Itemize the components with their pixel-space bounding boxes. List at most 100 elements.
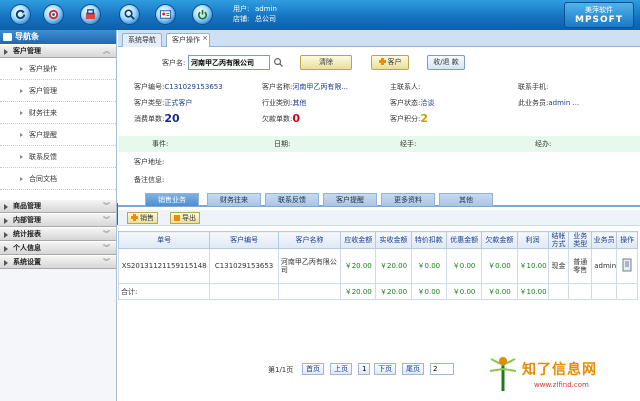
col-customer-code[interactable]: 客户编号	[209, 231, 279, 249]
plus-icon	[131, 214, 138, 221]
col-order-no[interactable]: 单号	[117, 231, 211, 249]
export-button[interactable]: 导出	[170, 212, 200, 224]
target-icon[interactable]	[43, 4, 64, 25]
watermark-url: www.zlfind.com	[534, 381, 589, 389]
cell-empty	[277, 283, 342, 300]
user-info: 用户: admin 店铺: 总公司	[233, 4, 277, 24]
cell-empty	[209, 283, 279, 300]
tab-customer-op[interactable]: 客户操作 ×	[166, 33, 210, 48]
chevron-down-icon: ︾	[103, 216, 110, 224]
magnifier-icon[interactable]	[273, 57, 284, 68]
nav-item-contracts[interactable]: 合同文档	[0, 168, 116, 190]
nav-spacer	[0, 190, 116, 199]
cell-empty	[616, 283, 638, 300]
expand-arrow-icon	[4, 246, 8, 252]
tab-label: 联系反馈	[278, 196, 306, 204]
power-icon[interactable]	[192, 4, 213, 25]
sell-button[interactable]: 销售	[127, 212, 158, 224]
clear-button[interactable]: 清除	[300, 55, 352, 70]
cell-empty	[568, 283, 593, 300]
nav-item-finance[interactable]: 财务往来	[0, 102, 116, 124]
brand-cn: 美萍软件	[585, 6, 613, 14]
col-customer-name[interactable]: 客户名称	[277, 231, 342, 249]
col-profit[interactable]: 利润	[516, 231, 549, 249]
tab-sales[interactable]: 销售业务	[145, 193, 199, 206]
refresh-icon[interactable]	[10, 4, 31, 25]
customer-name-input[interactable]	[188, 55, 270, 70]
nav-group-personal[interactable]: 个人信息 ︾	[0, 241, 116, 255]
tab-feedback[interactable]: 联系反馈	[265, 193, 319, 206]
add-customer-button[interactable]: 客户	[371, 55, 409, 70]
worker-label: 经办:	[535, 140, 552, 148]
tab-more[interactable]: 更多资料	[381, 193, 435, 206]
charger-label: 经手:	[400, 140, 417, 148]
table-row[interactable]: XS20131121159115148 C131029153653 河南甲乙丙有…	[117, 248, 638, 284]
cell-salesperson: admin	[591, 248, 618, 284]
first-label: 首页	[306, 365, 320, 373]
tab-reminder[interactable]: 客户提醒	[323, 193, 377, 206]
chevron-up-icon: ︽	[103, 47, 110, 55]
contact-phone: 联系手机:	[518, 82, 548, 92]
count-value: 20	[164, 112, 180, 125]
nav-group-goods[interactable]: 商品管理 ︾	[0, 199, 116, 213]
nav-group-reports[interactable]: 统计报表 ︾	[0, 227, 116, 241]
event-label: 事件:	[152, 140, 169, 148]
col-special-discount[interactable]: 特价扣款	[410, 231, 447, 249]
col-owed[interactable]: 欠款金额	[481, 231, 518, 249]
nav-group-customer[interactable]: 客户管理 ︽	[0, 44, 116, 58]
col-pay-method[interactable]: 结帐方式	[547, 231, 570, 249]
nav-group-settings[interactable]: 系统设置 ︾	[0, 255, 116, 269]
tab-system-nav[interactable]: 系统导航	[122, 33, 162, 47]
salesperson: 此业务员:admin ...	[518, 98, 579, 108]
nav-group-internal[interactable]: 内部管理 ︾	[0, 213, 116, 227]
col-salesperson[interactable]: 业务员	[591, 231, 618, 249]
nav-header: 导航条	[0, 30, 116, 44]
last-page-button[interactable]: 尾页	[402, 363, 424, 375]
close-icon[interactable]: ×	[202, 32, 208, 45]
sell-label: 销售	[140, 214, 154, 222]
user-card-icon[interactable]	[155, 4, 176, 25]
customer-info: 客户编号:C131029153653 客户名称:河南甲乙丙有限... 主联系人:…	[118, 79, 640, 127]
receive-refund-button[interactable]: 收/退 款	[427, 55, 465, 70]
action-bar: 销售 导出	[118, 210, 640, 226]
page-number[interactable]: 1	[358, 363, 371, 375]
col-biz-type[interactable]: 业务类型	[568, 231, 593, 249]
col-discount[interactable]: 优惠金额	[445, 231, 483, 249]
search-icon[interactable]	[119, 4, 140, 25]
nav-item-customer-op[interactable]: 客户操作	[0, 58, 116, 80]
first-page-button[interactable]: 首页	[302, 363, 324, 375]
bullet-icon	[20, 155, 23, 159]
tab-finance[interactable]: 财务往来	[207, 193, 261, 206]
print-icon[interactable]	[622, 258, 632, 272]
status-label: 客户状态:	[390, 99, 421, 107]
nav-item-feedback[interactable]: 联系反馈	[0, 146, 116, 168]
customer-type: 客户类型:正式客户	[134, 98, 192, 108]
table-header-row: 单号 客户编号 客户名称 应收金额 实收金额 特价扣款 优惠金额 欠款金额 利润…	[117, 231, 638, 249]
nav-item-label: 合同文档	[29, 175, 57, 183]
bullet-icon	[20, 67, 23, 71]
expand-arrow-icon	[4, 260, 8, 266]
cell-empty	[591, 283, 618, 300]
nav-header-icon	[3, 33, 12, 41]
prev-label: 上页	[334, 365, 348, 373]
cell-empty	[547, 283, 570, 300]
total-received: ￥20.00	[375, 283, 412, 300]
name-value: 河南甲乙丙有限...	[292, 83, 349, 91]
nav-item-reminder[interactable]: 客户提醒	[0, 124, 116, 146]
expand-arrow-icon	[4, 232, 8, 238]
info-row-2: 客户类型:正式客户 行业类别:其他 客户状态:洽谈 此业务员:admin ...	[118, 95, 640, 111]
col-received[interactable]: 实收金额	[375, 231, 412, 249]
industry-value: 其他	[292, 99, 307, 107]
user-value: admin	[255, 5, 277, 13]
nav-item-customer-manage[interactable]: 客户管理	[0, 80, 116, 102]
tab-label: 客户提醒	[336, 196, 364, 204]
expand-arrow-icon	[4, 49, 8, 55]
purchase-count: 消费单数:20	[134, 112, 180, 125]
code-label: 客户编号:	[134, 83, 165, 91]
page-jump-input[interactable]	[430, 363, 454, 375]
bag-icon[interactable]	[80, 4, 101, 25]
prev-page-button[interactable]: 上页	[330, 363, 352, 375]
next-page-button[interactable]: 下页	[374, 363, 396, 375]
tab-other[interactable]: 其他	[439, 193, 493, 206]
col-receivable[interactable]: 应收金额	[340, 231, 377, 249]
